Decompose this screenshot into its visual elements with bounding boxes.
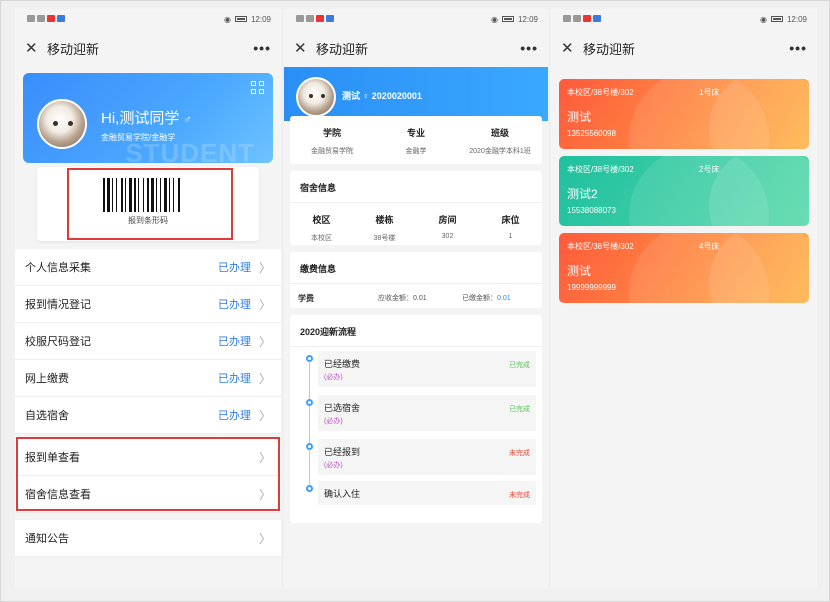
status-icons-right: ◉ 12:09 <box>491 15 538 24</box>
phone-screen-home: ◉ 12:09 ✕ 移动迎新 ••• STUDENT Hi,测试同学 ♂ 金融贸… <box>15 9 281 589</box>
fee-row: 学费 应收金额：0.01 已缴金额：0.01 <box>298 294 511 303</box>
chevron-right-icon: 〉 <box>258 334 271 349</box>
highlight-box-links <box>16 437 280 511</box>
status-icons-left <box>27 14 67 24</box>
student-info-card: 学院 金融贸易学院 专业 金融学 班级 2020金融学本科1班 <box>290 116 542 164</box>
flow-step-paid: 已经缴费 (必办) 已完成 <box>318 351 536 387</box>
menu-item-registration[interactable]: 报到情况登记 已办理〉 <box>15 286 281 323</box>
menu-item-personal-info[interactable]: 个人信息采集 已办理〉 <box>15 249 281 286</box>
greeting: Hi,测试同学 ♂ <box>101 110 192 127</box>
notice-list: 通知公告〉 <box>15 520 281 557</box>
menu-item-uniform-size[interactable]: 校服尺码登记 已办理〉 <box>15 323 281 360</box>
status-bar: ◉ 12:09 <box>15 9 281 29</box>
more-menu-button[interactable]: ••• <box>253 40 271 56</box>
menu-item-online-payment[interactable]: 网上缴费 已办理〉 <box>15 360 281 397</box>
dorm-bed: 床位 1 <box>501 215 520 240</box>
avatar <box>37 99 87 149</box>
chevron-right-icon: 〉 <box>258 371 271 386</box>
nav-bar: ✕ 移动迎新 ••• <box>551 29 817 67</box>
status-badge: 已办理 <box>217 410 251 422</box>
dorm-info-title: 宿舍信息 <box>300 183 337 193</box>
phone-screen-registration: ◉ 12:09 ✕ 移动迎新 ••• 测试 ♀ 2020020001 学院 金融贸… <box>284 9 548 589</box>
flow-title: 2020迎新流程 <box>300 327 357 337</box>
status-badge: 已办理 <box>217 262 251 274</box>
flow-step-confirm: 确认入住 未完成 <box>318 481 536 505</box>
flow-dot-icon <box>306 443 313 450</box>
eye-icon: ◉ <box>759 14 767 24</box>
page-title: 移动迎新 <box>583 41 636 57</box>
dorm-info-card: 宿舍信息 校区 本校区 楼栋 38号楼 房间 302 床位 1 <box>290 171 542 245</box>
battery-icon <box>234 16 247 22</box>
chevron-right-icon: 〉 <box>258 531 271 546</box>
status-time: 12:09 <box>517 14 538 24</box>
nav-bar: ✕ 移动迎新 ••• <box>284 29 548 67</box>
link-notice[interactable]: 通知公告〉 <box>15 520 281 557</box>
close-icon[interactable]: ✕ <box>25 39 43 57</box>
menu-item-dorm-select[interactable]: 自选宿舍 已办理〉 <box>15 397 281 434</box>
page-title: 移动迎新 <box>316 41 369 57</box>
fee-info-title: 缴费信息 <box>300 264 337 274</box>
school-major: 金融贸易学院/金融学 <box>101 133 176 142</box>
status-badge: 已办理 <box>217 373 251 385</box>
roommate-card[interactable]: 本校区/38号楼/302 4号床 测试 19999999999 <box>559 233 809 303</box>
info-class: 班级 2020金融学本科1班 <box>469 128 531 155</box>
student-name-id: 测试 ♀ 2020020001 <box>342 91 422 101</box>
status-icons-left <box>296 14 336 24</box>
chevron-right-icon: 〉 <box>258 260 271 275</box>
roommate-card[interactable]: 本校区/38号楼/302 1号床 测试 13525560098 <box>559 79 809 149</box>
status-icons-right: ◉ 12:09 <box>224 15 271 24</box>
close-icon[interactable]: ✕ <box>294 39 312 57</box>
status-time: 12:09 <box>250 14 271 24</box>
nav-bar: ✕ 移动迎新 ••• <box>15 29 281 67</box>
chevron-right-icon: 〉 <box>258 297 271 312</box>
flow-dot-icon <box>306 485 313 492</box>
status-time: 12:09 <box>786 14 807 24</box>
status-badge: 已办理 <box>217 336 251 348</box>
battery-icon <box>501 16 514 22</box>
more-menu-button[interactable]: ••• <box>789 40 807 56</box>
avatar <box>296 77 336 117</box>
status-badge: 已办理 <box>217 299 251 311</box>
flow-timeline-line <box>309 357 310 491</box>
highlight-box-barcode <box>67 168 233 240</box>
screenshot-frame: ◉ 12:09 ✕ 移动迎新 ••• STUDENT Hi,测试同学 ♂ 金融贸… <box>0 0 830 602</box>
battery-icon <box>770 16 783 22</box>
flow-step-checkin: 已经报到 (必办) 未完成 <box>318 439 536 475</box>
info-major: 专业 金融学 <box>405 128 427 155</box>
chevron-right-icon: 〉 <box>258 408 271 423</box>
status-icons-left <box>563 14 603 24</box>
info-college: 学院 金融贸易学院 <box>311 128 353 155</box>
flow-dot-icon <box>306 399 313 406</box>
dorm-building: 楼栋 38号楼 <box>373 215 396 242</box>
status-bar: ◉ 12:09 <box>284 9 548 29</box>
eye-icon: ◉ <box>490 14 498 24</box>
status-bar: ◉ 12:09 <box>551 9 817 29</box>
qr-code-icon[interactable] <box>251 81 265 95</box>
flow-card: 2020迎新流程 已经缴费 (必办) 已完成 已选宿舍 (必办) 已完成 已经报到 (必办… <box>290 315 542 523</box>
dorm-room: 房间 302 <box>438 215 457 240</box>
phone-screen-dorm: ◉ 12:09 ✕ 移动迎新 ••• 本校区/38号楼/302 1号床 测试 1… <box>551 9 817 589</box>
page-title: 移动迎新 <box>47 41 100 57</box>
fee-info-card: 缴费信息 学费 应收金额：0.01 已缴金额：0.01 <box>290 252 542 308</box>
flow-step-dorm: 已选宿舍 (必办) 已完成 <box>318 395 536 431</box>
close-icon[interactable]: ✕ <box>561 39 579 57</box>
flow-dot-icon <box>306 355 313 362</box>
roommate-card[interactable]: 本校区/38号楼/302 2号床 测试2 15538088073 <box>559 156 809 226</box>
eye-icon: ◉ <box>223 14 231 24</box>
student-header: 测试 ♀ 2020020001 <box>284 67 548 121</box>
more-menu-button[interactable]: ••• <box>520 40 538 56</box>
student-banner: STUDENT Hi,测试同学 ♂ 金融贸易学院/金融学 <box>23 73 273 163</box>
status-icons-right: ◉ 12:09 <box>760 15 807 24</box>
menu-list: 个人信息采集 已办理〉 报到情况登记 已办理〉 校服尺码登记 已办理〉 网上缴费 已办理… <box>15 249 281 434</box>
dorm-campus: 校区 本校区 <box>311 215 332 242</box>
